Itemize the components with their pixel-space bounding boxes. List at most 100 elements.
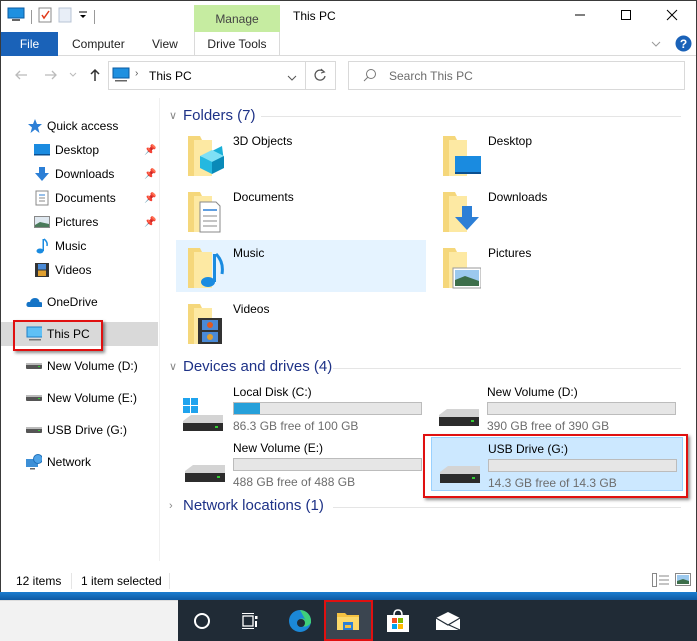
refresh-button[interactable]: [313, 68, 327, 85]
sidebar-item-downloads[interactable]: Downloads 📌: [1, 162, 158, 186]
computer-icon: [26, 326, 42, 342]
sidebar-item-new-volume-d[interactable]: New Volume (D:): [1, 354, 158, 378]
edge-button[interactable]: [276, 600, 324, 641]
group-header-devices[interactable]: ∨ Devices and drives (4): [169, 358, 332, 375]
task-view-button[interactable]: [226, 600, 274, 641]
tab-computer[interactable]: Computer: [72, 32, 125, 56]
sidebar-item-documents[interactable]: Documents 📌: [1, 186, 158, 210]
address-bar[interactable]: › This PC: [108, 61, 336, 90]
folder-downloads[interactable]: Downloads: [431, 184, 681, 236]
folder-pictures[interactable]: Pictures: [431, 240, 681, 292]
pin-icon[interactable]: 📌: [144, 169, 156, 180]
music-icon: [34, 238, 50, 254]
search-icon: [363, 68, 377, 85]
navigation-bar: › This PC Search This PC: [1, 57, 696, 95]
tab-file[interactable]: File: [1, 32, 58, 56]
drive-usb-drive-g[interactable]: USB Drive (G:) 14.3 GB free of 14.3 GB: [431, 437, 683, 491]
breadcrumb-this-pc[interactable]: This PC: [149, 69, 192, 83]
pin-icon[interactable]: 📌: [144, 145, 156, 156]
customize-toolbar-icon[interactable]: [78, 9, 88, 24]
up-button[interactable]: [85, 65, 105, 85]
maximize-button[interactable]: [603, 1, 649, 32]
pin-icon[interactable]: 📌: [144, 217, 156, 228]
folder-documents[interactable]: Documents: [176, 184, 426, 236]
sidebar-item-label: New Volume (E:): [47, 391, 138, 405]
sidebar-item-label: Quick access: [47, 119, 119, 133]
minimize-button[interactable]: [557, 1, 603, 32]
document-icon: [34, 190, 50, 206]
large-icons-view-button[interactable]: [675, 573, 691, 589]
group-title: Folders (7): [183, 107, 256, 124]
new-folder-icon[interactable]: [58, 7, 72, 26]
cortana-button[interactable]: [178, 600, 226, 641]
pin-icon[interactable]: 📌: [144, 193, 156, 204]
mail-icon: [435, 611, 461, 631]
quick-access-toolbar: [7, 7, 95, 26]
file-explorer-button[interactable]: [324, 600, 372, 641]
mail-button[interactable]: [424, 600, 472, 641]
group-divider: [333, 368, 681, 369]
recent-locations-button[interactable]: [67, 65, 79, 85]
drive-icon: [185, 465, 225, 482]
group-divider: [261, 116, 681, 117]
folder-videos[interactable]: Videos: [176, 296, 426, 348]
back-button[interactable]: [11, 65, 31, 85]
file-explorer-window: Manage This PC File Computer View Drive …: [0, 0, 697, 599]
storage-bar: [233, 402, 422, 415]
minimize-icon: [574, 9, 586, 24]
sidebar-item-network[interactable]: Network: [1, 450, 158, 474]
videos-icon: [34, 262, 50, 278]
sidebar-item-label: Pictures: [55, 215, 99, 229]
document-icon: [188, 192, 221, 233]
store-button[interactable]: [374, 600, 422, 641]
star-icon: [27, 118, 43, 134]
drive-free-space: 86.3 GB free of 100 GB: [233, 419, 359, 433]
sidebar-item-videos[interactable]: Videos: [1, 258, 158, 282]
drive-new-volume-e[interactable]: New Volume (E:) 488 GB free of 488 GB: [177, 437, 429, 491]
details-view-icon: [652, 573, 669, 587]
chevron-down-icon: ∨: [169, 361, 178, 373]
computer-icon[interactable]: [7, 7, 25, 26]
sidebar-item-label: Downloads: [55, 167, 115, 181]
properties-icon[interactable]: [38, 7, 52, 26]
help-button[interactable]: ?: [675, 35, 692, 55]
search-placeholder: Search This PC: [389, 69, 473, 83]
navigation-pane: Quick access Desktop 📌 Downloads 📌 Docum…: [1, 98, 160, 561]
pictures-icon: [443, 248, 481, 289]
sidebar-item-pictures[interactable]: Pictures 📌: [1, 210, 158, 234]
tab-manage[interactable]: Manage: [194, 5, 280, 32]
cloud-icon: [26, 294, 42, 310]
tab-drive-tools[interactable]: Drive Tools: [194, 32, 280, 56]
group-header-network[interactable]: › Network locations (1): [169, 497, 324, 514]
sidebar-item-label: Documents: [55, 191, 116, 205]
pictures-icon: [34, 214, 50, 230]
sidebar-item-usb-drive-g[interactable]: USB Drive (G:): [1, 418, 158, 442]
group-header-folders[interactable]: ∨ Folders (7): [169, 107, 256, 124]
sidebar-item-new-volume-e[interactable]: New Volume (E:): [1, 386, 158, 410]
folder-music[interactable]: Music: [176, 240, 426, 292]
sidebar-item-desktop[interactable]: Desktop 📌: [1, 138, 158, 162]
arrow-up-icon: [90, 68, 100, 81]
address-dropdown-button[interactable]: [287, 71, 297, 85]
folder-desktop[interactable]: Desktop: [431, 128, 681, 180]
folder-3d-objects[interactable]: 3D Objects: [176, 128, 426, 180]
ribbon-tabs: File Computer View Drive Tools ?: [1, 32, 696, 56]
drive-icon: [26, 358, 42, 374]
drive-new-volume-d[interactable]: New Volume (D:) 390 GB free of 390 GB: [431, 381, 683, 435]
sidebar-item-onedrive[interactable]: OneDrive: [1, 290, 158, 314]
sidebar-item-label: Desktop: [55, 143, 100, 157]
search-input[interactable]: Search This PC: [348, 61, 685, 90]
drive-icon: [440, 466, 480, 483]
drive-free-space: 14.3 GB free of 14.3 GB: [488, 476, 617, 490]
sidebar-item-this-pc[interactable]: This PC: [1, 322, 158, 346]
close-button[interactable]: [649, 1, 695, 32]
drive-name: New Volume (D:): [487, 385, 578, 399]
taskbar-search-box[interactable]: [0, 600, 178, 641]
forward-button[interactable]: [41, 65, 61, 85]
details-view-button[interactable]: [652, 573, 670, 590]
sidebar-item-quick-access[interactable]: Quick access: [1, 114, 158, 138]
sidebar-item-music[interactable]: Music: [1, 234, 158, 258]
tab-view[interactable]: View: [152, 32, 178, 56]
expand-ribbon-button[interactable]: [651, 38, 661, 52]
drive-local-disk-c[interactable]: Local Disk (C:) 86.3 GB free of 100 GB: [177, 381, 429, 435]
